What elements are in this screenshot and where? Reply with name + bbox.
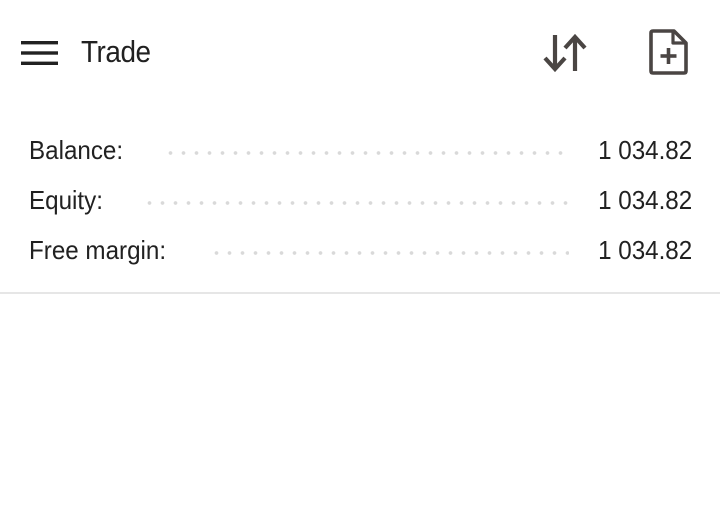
menu-button[interactable]	[14, 32, 66, 74]
free-margin-value: 1 034.82	[597, 234, 692, 265]
new-document-icon	[649, 29, 688, 75]
new-order-button[interactable]	[640, 22, 698, 82]
sort-arrows-icon	[543, 33, 587, 73]
account-summary: Balance: 1 034.82 Equity: 1 034.82 Free …	[0, 125, 720, 275]
dot-leader	[210, 251, 569, 255]
balance-row: Balance: 1 034.82	[0, 125, 720, 175]
sort-button[interactable]	[536, 26, 594, 80]
equity-value: 1 034.82	[597, 184, 692, 215]
balance-value: 1 034.82	[597, 134, 692, 165]
free-margin-row: Free margin: 1 034.82	[0, 225, 720, 275]
equity-row: Equity: 1 034.82	[0, 175, 720, 225]
section-divider	[0, 292, 720, 294]
dot-leader	[142, 201, 569, 205]
balance-label: Balance:	[29, 134, 124, 165]
free-margin-label: Free margin:	[29, 234, 167, 265]
hamburger-menu-icon	[21, 41, 58, 65]
equity-label: Equity:	[29, 184, 103, 215]
page-title: Trade	[81, 34, 151, 69]
top-app-bar: Trade	[0, 0, 720, 106]
dot-leader	[164, 151, 569, 155]
